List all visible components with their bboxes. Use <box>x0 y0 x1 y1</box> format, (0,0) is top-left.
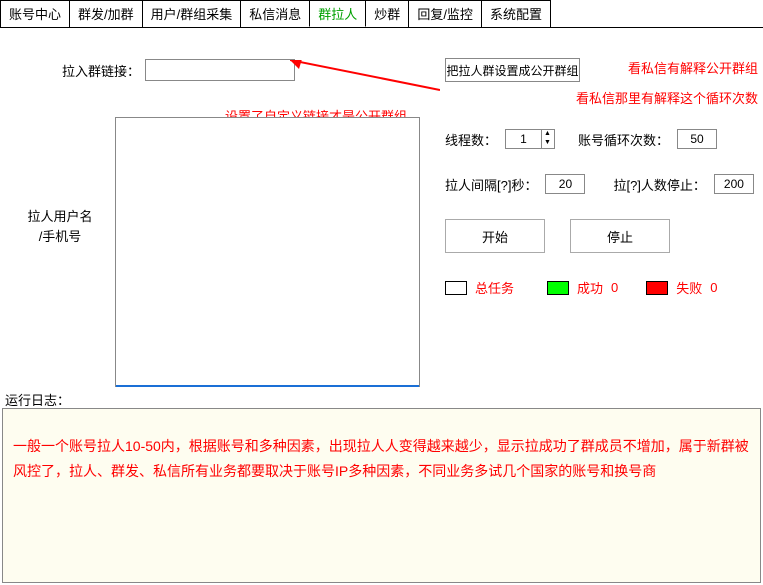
start-button[interactable]: 开始 <box>445 219 545 253</box>
success-label: 成功 <box>577 278 603 297</box>
tab-reply-monitor[interactable]: 回复/监控 <box>408 0 482 27</box>
spinner-up-icon[interactable]: ▲ <box>542 130 553 139</box>
tab-mass-send[interactable]: 群发/加群 <box>69 0 143 27</box>
tab-system-config[interactable]: 系统配置 <box>481 0 551 27</box>
stop-count-label: 拉[?]人数停止： <box>613 175 705 194</box>
group-link-input[interactable] <box>145 59 295 81</box>
threads-input[interactable] <box>506 130 541 148</box>
total-label: 总任务 <box>475 278 514 297</box>
success-count: 0 <box>611 280 618 295</box>
log-label: 运行日志： <box>5 390 70 409</box>
tab-bar: 账号中心 群发/加群 用户/群组采集 私信消息 群拉人 炒群 回复/监控 系统配… <box>0 0 763 28</box>
user-label-line1: 拉人用户名 <box>5 207 115 227</box>
tab-account-center[interactable]: 账号中心 <box>0 0 70 27</box>
tab-user-collect[interactable]: 用户/群组采集 <box>142 0 242 27</box>
tab-private-msg[interactable]: 私信消息 <box>240 0 310 27</box>
fail-color-icon <box>646 281 668 295</box>
stop-count-input[interactable] <box>714 174 754 194</box>
threads-label: 线程数： <box>445 130 497 149</box>
success-color-icon <box>547 281 569 295</box>
fail-label: 失败 <box>676 278 702 297</box>
note-loop-count: 看私信那里有解释这个循环次数 <box>576 88 758 107</box>
spinner-down-icon[interactable]: ▼ <box>542 139 553 148</box>
user-phone-label: 拉人用户名 /手机号 <box>5 117 115 387</box>
group-link-label: 拉入群链接： <box>5 61 145 80</box>
log-text: 一般一个账号拉人10-50内，根据账号和多种因素，出现拉人人变得越来越少，显示拉… <box>13 434 750 484</box>
user-list-textarea[interactable] <box>115 117 420 387</box>
annotation-arrow-icon <box>290 60 440 100</box>
fail-count: 0 <box>710 280 717 295</box>
tab-chao-qun[interactable]: 炒群 <box>365 0 409 27</box>
threads-spinner[interactable]: ▲▼ <box>505 129 555 149</box>
interval-input[interactable] <box>545 174 585 194</box>
loop-label: 账号循环次数： <box>578 130 669 149</box>
set-public-group-button[interactable]: 把拉人群设置成公开群组 <box>445 58 580 82</box>
stop-button[interactable]: 停止 <box>570 219 670 253</box>
total-color-icon <box>445 281 467 295</box>
user-label-line2: /手机号 <box>5 227 115 247</box>
interval-label: 拉人间隔[?]秒： <box>445 175 537 194</box>
note-public-group: 看私信有解释公开群组 <box>628 58 758 77</box>
log-area: 一般一个账号拉人10-50内，根据账号和多种因素，出现拉人人变得越来越少，显示拉… <box>2 408 761 583</box>
tab-group-pull[interactable]: 群拉人 <box>309 0 366 27</box>
loop-input[interactable] <box>677 129 717 149</box>
